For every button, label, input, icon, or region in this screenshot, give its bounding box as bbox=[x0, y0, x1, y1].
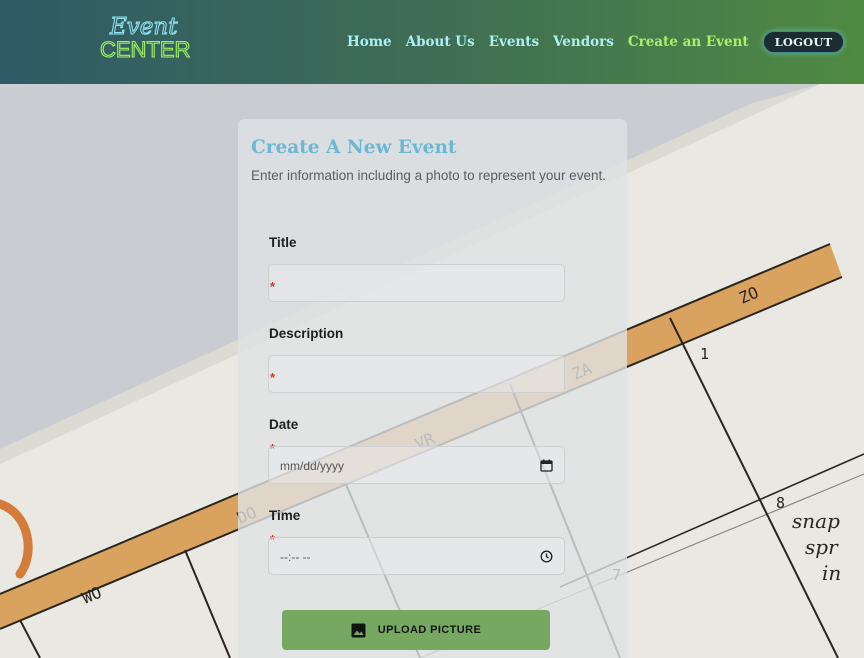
nav-create-event[interactable]: Create an Event bbox=[628, 34, 749, 50]
image-icon bbox=[351, 623, 366, 637]
time-label: Time bbox=[269, 508, 301, 523]
logo-graphic: Event CENTER bbox=[99, 13, 191, 62]
logo-line2: CENTER bbox=[100, 37, 190, 62]
required-marker: * bbox=[270, 279, 276, 294]
nav-vendors[interactable]: Vendors bbox=[553, 34, 614, 50]
time-input[interactable]: --:-- -- bbox=[268, 537, 565, 575]
date-placeholder: mm/dd/yyyy bbox=[280, 459, 345, 473]
required-marker: * bbox=[270, 370, 276, 385]
handwriting: spr bbox=[805, 535, 839, 559]
description-input[interactable]: * bbox=[268, 355, 565, 393]
calendar-icon[interactable] bbox=[540, 459, 553, 472]
nav-about-us[interactable]: About Us bbox=[406, 34, 475, 50]
upload-label: UPLOAD PICTURE bbox=[377, 624, 482, 636]
handwriting: snap bbox=[792, 509, 840, 533]
upload-picture-button[interactable]: UPLOAD PICTURE bbox=[282, 610, 550, 650]
planner-number: 8 bbox=[776, 494, 785, 512]
planner-number: 1 bbox=[700, 345, 709, 363]
site-header: Event CENTER Home About Us Events Vendor… bbox=[0, 0, 864, 84]
nav-home[interactable]: Home bbox=[347, 34, 392, 50]
title-label: Title bbox=[269, 235, 297, 250]
handwriting: in bbox=[822, 561, 841, 585]
time-placeholder: --:-- -- bbox=[280, 550, 311, 564]
clock-icon[interactable] bbox=[540, 550, 553, 563]
nav-events[interactable]: Events bbox=[489, 34, 539, 50]
description-label: Description bbox=[269, 326, 344, 341]
main-nav: Home About Us Events Vendors Create an E… bbox=[347, 31, 845, 53]
card-subtitle: Enter information including a photo to r… bbox=[251, 168, 606, 183]
create-event-card: Create A New Event Enter information inc… bbox=[238, 119, 627, 658]
card-title: Create A New Event bbox=[251, 137, 457, 158]
date-label: Date bbox=[269, 417, 299, 432]
title-input[interactable]: * bbox=[268, 264, 565, 302]
date-input[interactable]: mm/dd/yyyy bbox=[268, 446, 565, 484]
event-center-logo[interactable]: Event CENTER bbox=[98, 10, 202, 62]
logout-button[interactable]: LOGOUT bbox=[762, 31, 845, 53]
